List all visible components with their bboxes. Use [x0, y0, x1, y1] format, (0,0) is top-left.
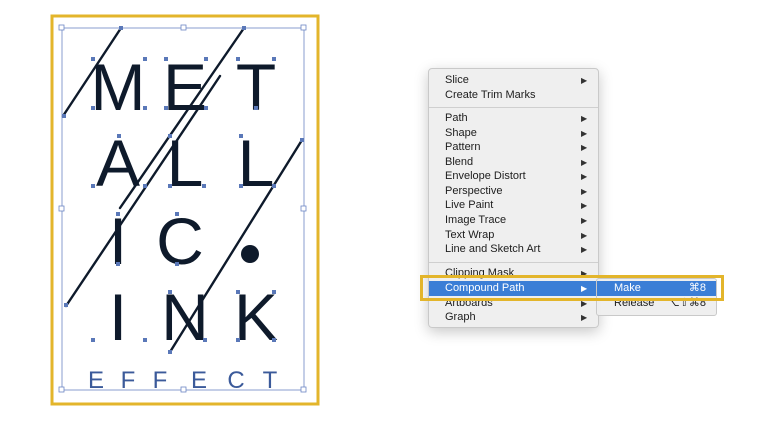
menu-item-line-and-sketch-art[interactable]: Line and Sketch Art ▶ [429, 242, 598, 257]
menu-item-pattern[interactable]: Pattern ▶ [429, 140, 598, 155]
menu-separator [429, 107, 598, 108]
menu-item-live-paint[interactable]: Live Paint ▶ [429, 198, 598, 213]
title-letter: E [163, 50, 207, 124]
title-letter: K [234, 280, 278, 354]
submenu-arrow-icon: ▶ [581, 313, 588, 322]
menu-item-image-trace[interactable]: Image Trace ▶ [429, 213, 598, 228]
submenu-arrow-icon: ▶ [581, 201, 588, 210]
submenu-arrow-icon: ▶ [581, 143, 588, 152]
subtitle-letter: T [263, 367, 278, 394]
menu-item-envelope-distort[interactable]: Envelope Distort ▶ [429, 169, 598, 184]
subtitle-letter: F [153, 367, 168, 394]
submenu-arrow-icon: ▶ [581, 187, 588, 196]
menu-item-shape[interactable]: Shape ▶ [429, 126, 598, 141]
menu-item-text-wrap[interactable]: Text Wrap ▶ [429, 228, 598, 243]
submenu-arrow-icon: ▶ [581, 172, 588, 181]
title-letter: I [109, 280, 127, 354]
menu-item-graph[interactable]: Graph ▶ [429, 310, 598, 325]
menu-item-path[interactable]: Path ▶ [429, 111, 598, 126]
submenu-arrow-icon: ▶ [581, 114, 588, 123]
menu-item-create-trim-marks[interactable]: Create Trim Marks [429, 88, 598, 103]
title-letter: M [91, 50, 146, 124]
subtitle-letter: F [121, 367, 136, 394]
title-letter: L [167, 126, 204, 200]
artboard-canvas[interactable]: M E T A L L I C I N K E F F E C T [0, 0, 776, 422]
menu-item-slice[interactable]: Slice ▶ [429, 73, 598, 88]
title-letter: T [236, 50, 276, 124]
submenu-arrow-icon: ▶ [581, 76, 588, 85]
title-letter: C [156, 204, 204, 278]
submenu-arrow-icon: ▶ [581, 158, 588, 167]
submenu-arrow-icon: ▶ [581, 216, 588, 225]
title-letter: L [238, 126, 275, 200]
compound-path-highlight-box [420, 275, 724, 301]
menu-separator [429, 262, 598, 263]
subtitle-letter: E [191, 367, 207, 394]
menu-item-perspective[interactable]: Perspective ▶ [429, 184, 598, 199]
metallic-ink-title: M E T A L L I C I N K [91, 50, 279, 354]
submenu-arrow-icon: ▶ [581, 245, 588, 254]
period-dot [241, 245, 259, 263]
submenu-arrow-icon: ▶ [581, 231, 588, 240]
menu-item-blend[interactable]: Blend ▶ [429, 155, 598, 170]
subtitle-letter: C [227, 367, 244, 394]
subtitle-letter: E [88, 367, 104, 394]
submenu-arrow-icon: ▶ [581, 129, 588, 138]
